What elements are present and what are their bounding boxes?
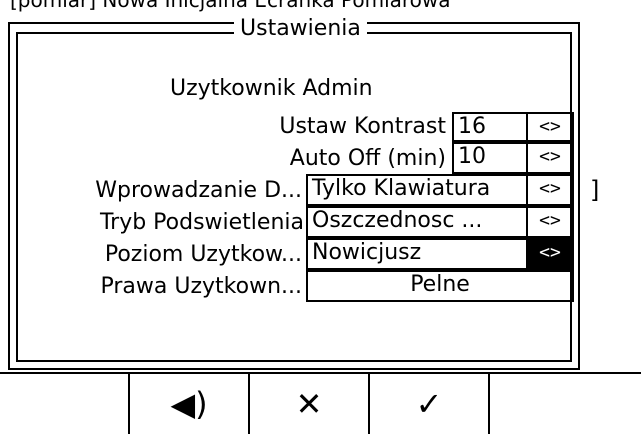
close-icon: ✕ xyxy=(295,385,323,423)
contrast-arrows-button[interactable]: <> xyxy=(526,112,574,142)
auto-off-arrows-button[interactable]: <> xyxy=(526,142,574,174)
user-rights-value[interactable]: Pelne xyxy=(306,270,574,302)
backlight-mode-arrows-button[interactable]: <> xyxy=(526,206,574,238)
dialog-title: Ustawienia xyxy=(234,16,367,42)
top-status-text: [pomiar] Nowa Inicjalna Ecranka Pomiarow… xyxy=(0,0,641,12)
sound-button[interactable]: ◀) xyxy=(128,374,248,434)
right-bracket-mark: ] xyxy=(590,176,600,204)
sound-icon: ◀) xyxy=(170,385,208,423)
input-mode-label: Wprowadzanie D... xyxy=(95,178,302,203)
auto-off-label: Auto Off (min) xyxy=(289,146,446,171)
contrast-value[interactable]: 16 xyxy=(452,112,528,142)
softkey-1[interactable] xyxy=(0,374,128,434)
user-level-label: Poziom Uzytkow... xyxy=(104,242,302,267)
user-line: Uzytkownik Admin xyxy=(170,76,373,101)
input-mode-value[interactable]: Tylko Klawiatura xyxy=(306,174,528,206)
cancel-button[interactable]: ✕ xyxy=(248,374,368,434)
top-status-text-content: [pomiar] Nowa Inicjalna Ecranka Pomiarow… xyxy=(10,0,451,12)
check-icon: ✓ xyxy=(415,385,443,423)
auto-off-value[interactable]: 10 xyxy=(452,142,528,174)
user-level-value[interactable]: Nowicjusz xyxy=(306,238,528,270)
contrast-label: Ustaw Kontrast xyxy=(279,114,446,139)
user-level-arrows-button[interactable]: <> xyxy=(526,238,574,270)
confirm-button[interactable]: ✓ xyxy=(368,374,488,434)
backlight-mode-value[interactable]: Oszczednosc ... xyxy=(306,206,528,238)
input-mode-arrows-button[interactable]: <> xyxy=(526,174,574,206)
softkey-5[interactable] xyxy=(488,374,641,434)
backlight-mode-label: Tryb Podswietlenia xyxy=(99,210,304,235)
user-rights-label: Prawa Uzytkown... xyxy=(100,274,302,299)
